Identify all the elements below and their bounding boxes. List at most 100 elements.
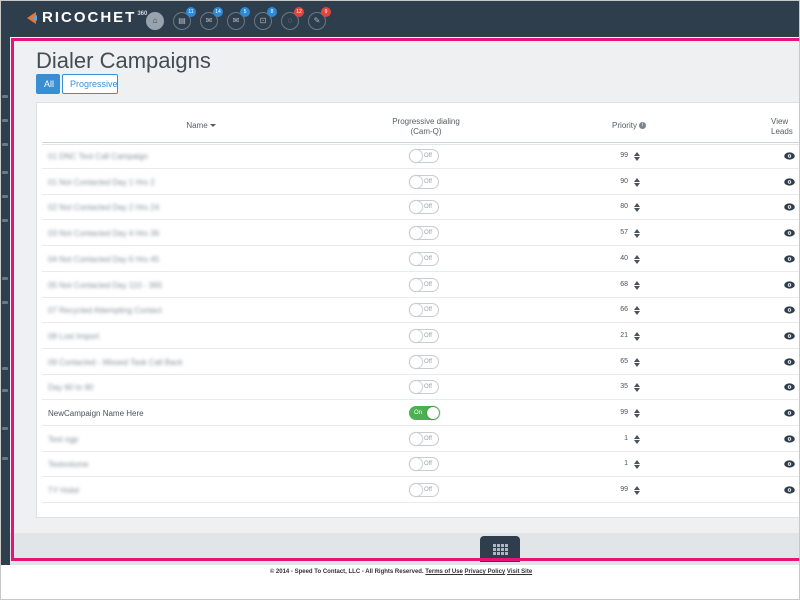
eye-icon[interactable] [784,203,795,211]
progressive-dialing-toggle[interactable]: On [409,406,439,420]
toggle-label: Off [424,487,432,494]
mail-icon[interactable]: ✉ 5 [227,7,250,30]
priority-sort-icon[interactable] [634,434,640,445]
eye-icon[interactable] [784,306,795,314]
campaign-name[interactable]: Day 60 to 90 [48,383,93,392]
eye-icon[interactable] [784,435,795,443]
priority-sort-icon[interactable] [634,254,640,265]
eye-icon[interactable] [784,280,795,289]
priority-sort-icon[interactable] [634,331,640,342]
tag-icon[interactable]: ✎ 9 [308,7,331,30]
info-icon[interactable]: i [638,122,646,130]
table-row: 09 Contacted - Missed Task Call Back Off 6… [42,350,799,375]
grid-cell [493,544,496,547]
campaign-name[interactable]: TY Hotel [48,486,79,495]
table-row: 02 Not Contacted Day 2 Hrs 24 Off 80 [42,195,799,221]
notification-badge: 5 [240,7,250,17]
toggle-label: On [414,410,423,416]
top-icon-bar: ⌂ ▤ 11 ✉ 14 ✉ 5 ⊡ 8 ◌ 12 ✎ 9 [146,7,335,30]
campaign-name[interactable]: Test ogp [48,435,78,444]
sidebar-icon[interactable] [2,427,8,430]
comment-icon[interactable]: ◌ 12 [281,7,304,30]
header-divider [42,142,799,143]
progressive-dialing-toggle[interactable]: Off [409,303,439,318]
campaign-name[interactable]: Testvolume [48,460,88,469]
progressive-dialing-toggle[interactable]: Off [409,174,439,189]
sidebar-icon[interactable] [2,119,8,122]
filter-progressive-button[interactable]: Progressive [62,74,118,94]
sidebar-icon[interactable] [2,171,8,174]
list-icon[interactable]: ▤ 11 [173,7,196,30]
sidebar-icon[interactable] [2,219,8,222]
priority-sort-icon[interactable] [634,280,640,291]
eye-icon[interactable] [784,486,795,494]
priority-sort-icon[interactable] [634,177,640,188]
eye-icon[interactable] [784,409,795,417]
apps-grid-button[interactable] [480,536,520,562]
sidebar-icon[interactable] [2,457,8,460]
sidebar-icon[interactable] [2,389,8,392]
campaign-name[interactable]: 05 Not Contacted Day 110 - 365 [48,281,162,290]
progressive-dialing-toggle[interactable]: Off [409,251,439,266]
progressive-dialing-toggle[interactable]: Off [409,200,439,215]
eye-icon[interactable] [784,357,795,366]
progressive-dialing-toggle[interactable]: Off [409,354,439,369]
campaign-name[interactable]: 09 Contacted - Missed Task Call Back [48,358,183,367]
app-logo[interactable]: RICOCHET 360 [27,10,147,26]
campaign-name[interactable]: 03 Not Contacted Day 4 Hrs 36 [48,229,159,238]
priority-sort-icon[interactable] [634,409,640,419]
column-header-name-label: Name [186,121,208,130]
campaign-name[interactable]: 07 Recycled Attempting Contact [48,306,162,315]
priority-sort-icon[interactable] [634,486,640,496]
progressive-dialing-toggle[interactable]: Off [409,277,439,292]
priority-sort-icon[interactable] [634,460,640,470]
priority-sort-icon[interactable] [634,229,640,239]
toggle-knob [410,381,422,394]
progressive-dialing-toggle[interactable]: Off [409,431,439,446]
priority-sort-icon[interactable] [634,306,640,316]
sidebar-icon[interactable] [2,301,8,304]
grid-cell [505,548,508,551]
priority-value: 65 [620,357,628,365]
eye-icon[interactable] [784,229,795,237]
column-header-priority-label: Priority [612,121,637,130]
campaign-name[interactable]: 02 Not Contacted Day 2 Hrs 24 [48,203,159,212]
sidebar-icon[interactable] [2,195,8,198]
priority-sort-icon[interactable] [634,203,640,213]
sidebar-icon[interactable] [2,95,8,98]
priority-value: 90 [620,177,628,185]
inbox-icon[interactable]: ⊡ 8 [254,7,277,30]
progressive-dialing-toggle[interactable]: Off [409,483,439,498]
priority-sort-icon[interactable] [634,357,640,368]
progressive-dialing-toggle[interactable]: Off [409,149,439,163]
column-header-name[interactable]: Name [181,121,221,131]
eye-icon[interactable] [784,152,795,160]
progressive-dialing-toggle[interactable]: Off [409,328,439,343]
chat-icon[interactable]: ✉ 14 [200,7,223,30]
priority-sort-icon[interactable] [634,152,640,162]
priority-sort-icon[interactable] [634,383,640,393]
footer-privacy-link[interactable]: Privacy Policy [465,569,506,575]
eye-icon[interactable] [784,178,795,186]
eye-icon[interactable] [784,255,795,263]
sidebar-icon[interactable] [2,143,8,146]
home-icon[interactable]: ⌂ [146,12,164,30]
eye-icon[interactable] [784,383,795,391]
campaign-name[interactable]: 04 Not Contacted Day 6 Hrs 45 [48,255,159,264]
footer-terms-link[interactable]: Terms of Use [425,569,463,575]
table-row: 01 Not Contacted Day 1 Hrs 2 Off 90 [42,170,799,195]
progressive-dialing-toggle[interactable]: Off [409,226,439,241]
filter-all-button[interactable]: All [36,74,60,94]
progressive-dialing-toggle[interactable]: Off [409,457,439,472]
footer-visit-link[interactable]: Visit Site [507,569,532,575]
eye-icon[interactable] [784,460,795,468]
campaign-name[interactable]: 01 DNC Text Call Campaign [48,152,148,161]
campaign-name[interactable]: 01 Not Contacted Day 1 Hrs 2 [48,178,155,187]
toggle-knob [410,278,422,291]
campaign-name[interactable]: NewCampaign Name Here [48,409,144,418]
progressive-dialing-toggle[interactable]: Off [409,380,439,395]
campaign-name[interactable]: 08 Lost Import [48,332,99,341]
sidebar-icon[interactable] [2,367,8,370]
eye-icon[interactable] [784,332,795,340]
sidebar-icon[interactable] [2,277,8,280]
